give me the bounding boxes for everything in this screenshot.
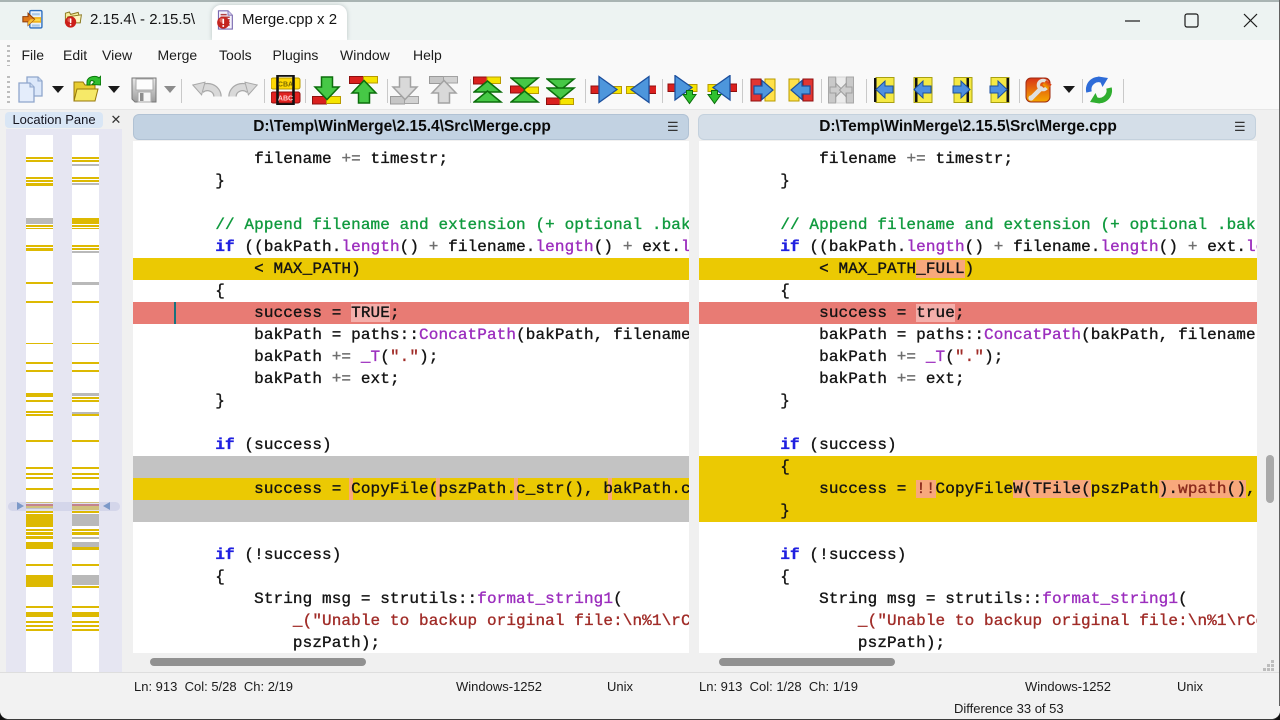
svg-text:CBA: CBA — [278, 82, 293, 89]
svg-text:ABC: ABC — [278, 96, 293, 103]
